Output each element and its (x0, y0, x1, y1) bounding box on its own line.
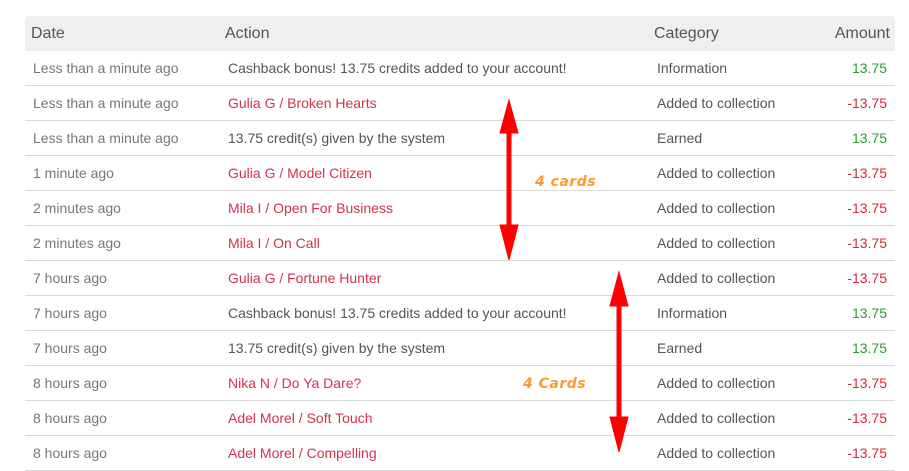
row-date: Less than a minute ago (33, 95, 179, 111)
table-row: 8 hours ago Adel Morel / Compelling Added … (25, 436, 895, 471)
row-action-link[interactable]: Mila I / Open For Business (228, 200, 393, 216)
row-date: 1 minute ago (33, 165, 114, 181)
table-row: Less than a minute ago Gulia G / Broken H… (25, 86, 895, 121)
row-amount: 13.75 (851, 305, 887, 321)
row-category: Information (657, 60, 728, 76)
row-category: Added to collection (657, 270, 776, 286)
row-date: 8 hours ago (33, 410, 107, 426)
row-date: 2 minutes ago (33, 200, 121, 216)
row-action-link[interactable]: Adel Morel / Soft Touch (228, 410, 372, 426)
row-category: Added to collection (657, 445, 776, 461)
table-row: 8 hours ago Nika N / Do Ya Dare? Added to … (25, 366, 895, 401)
row-action-link[interactable]: Gulia G / Fortune Hunter (228, 270, 381, 286)
row-amount: -13.75 (847, 375, 887, 391)
row-category: Added to collection (657, 95, 776, 111)
row-amount: -13.75 (847, 200, 887, 216)
row-category: Earned (657, 130, 703, 146)
table-header: Date Action Category Amount (25, 16, 895, 51)
table-row: 1 minute ago Gulia G / Model Citizen Added… (25, 156, 895, 191)
row-date: 8 hours ago (33, 375, 107, 391)
row-category: Added to collection (657, 200, 776, 216)
row-date: 2 minutes ago (33, 235, 121, 251)
header-category[interactable]: Category (654, 25, 719, 43)
row-action-link[interactable]: Mila I / On Call (228, 235, 320, 251)
row-date: 7 hours ago (33, 340, 107, 356)
row-action-link[interactable]: Nika N / Do Ya Dare? (228, 375, 361, 391)
row-action-link[interactable]: Adel Morel / Compelling (228, 445, 377, 461)
row-date: 7 hours ago (33, 305, 107, 321)
row-date: Less than a minute ago (33, 60, 179, 76)
row-amount: 13.75 (851, 340, 887, 356)
annotation-label-first: 4 cards (535, 174, 597, 190)
row-category: Added to collection (657, 410, 776, 426)
row-amount: -13.75 (847, 410, 887, 426)
header-action[interactable]: Action (225, 25, 269, 43)
row-date: 8 hours ago (33, 445, 107, 461)
row-action-text: 13.75 credit(s) given by the system (228, 130, 446, 146)
row-amount: 13.75 (851, 60, 887, 76)
header-date[interactable]: Date (31, 25, 65, 43)
row-amount: -13.75 (847, 165, 887, 181)
table-row: Less than a minute ago 13.75 credit(s) gi… (25, 121, 895, 156)
row-category: Added to collection (657, 235, 776, 251)
row-amount: -13.75 (847, 270, 887, 286)
row-date: Less than a minute ago (33, 130, 179, 146)
table-row: 7 hours ago Gulia G / Fortune Hunter Added… (25, 261, 895, 296)
row-action-text: 13.75 credit(s) given by the system (228, 340, 446, 356)
row-amount: -13.75 (847, 95, 887, 111)
table-row: 7 hours ago 13.75 credit(s) given by the … (25, 331, 895, 366)
table-body: Less than a minute ago Cashback bonus! 13… (25, 51, 895, 471)
table-row: 8 hours ago Adel Morel / Soft Touch Added … (25, 401, 895, 436)
row-date: 7 hours ago (33, 270, 107, 286)
transactions-table: Date Action Category Amount Less than a … (25, 16, 895, 471)
row-action-link[interactable]: Gulia G / Model Citizen (228, 165, 372, 181)
table-row: 7 hours ago Cashback bonus! 13.75 credits… (25, 296, 895, 331)
row-category: Added to collection (657, 375, 776, 391)
row-action-text: Cashback bonus! 13.75 credits added to y… (228, 60, 567, 76)
row-action-text: Cashback bonus! 13.75 credits added to y… (228, 305, 567, 321)
table-row: Less than a minute ago Cashback bonus! 13… (25, 51, 895, 86)
row-category: Added to collection (657, 165, 776, 181)
row-amount: -13.75 (847, 445, 887, 461)
annotation-label-second: 4 Cards (523, 376, 587, 392)
row-amount: -13.75 (847, 235, 887, 251)
header-amount[interactable]: Amount (835, 25, 890, 43)
row-action-link[interactable]: Gulia G / Broken Hearts (228, 95, 377, 111)
row-category: Earned (657, 340, 703, 356)
row-category: Information (657, 305, 728, 321)
row-amount: 13.75 (851, 130, 887, 146)
table-row: 2 minutes ago Mila I / Open For Business A… (25, 191, 895, 226)
table-row: 2 minutes ago Mila I / On Call Added to co… (25, 226, 895, 261)
